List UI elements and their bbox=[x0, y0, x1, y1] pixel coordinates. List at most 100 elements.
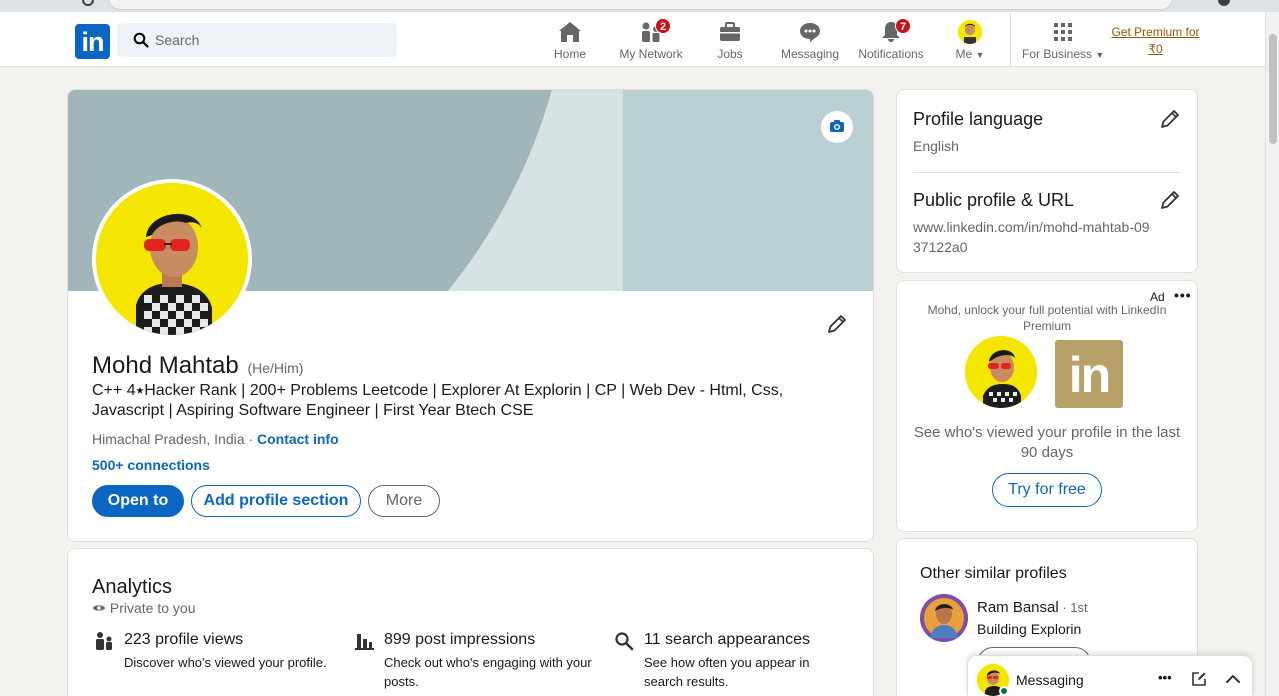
public-profile-title: Public profile & URL bbox=[913, 190, 1075, 210]
top-navigation: in Home 2 My Network Jobs bbox=[0, 12, 1279, 67]
analytics-profile-views[interactable]: 223 profile views Discover who's viewed … bbox=[92, 631, 332, 672]
analytics-private-label: Private to you bbox=[109, 600, 196, 616]
search-icon bbox=[133, 32, 149, 48]
pencil-icon bbox=[828, 315, 846, 333]
profile-card: Mohd Mahtab (He/Him) C++ 4⭑Hacker Rank |… bbox=[67, 89, 874, 542]
scrollbar-thumb[interactable] bbox=[1269, 34, 1277, 144]
ad-text: Mohd, unlock your full potential with Li… bbox=[927, 303, 1167, 333]
profile-settings-card: Profile language English Public profile … bbox=[896, 89, 1198, 273]
edit-public-profile-button[interactable] bbox=[1158, 188, 1182, 212]
try-for-free-button[interactable]: Try for free bbox=[992, 473, 1102, 507]
profile-photo[interactable] bbox=[92, 179, 252, 339]
profile-language-title: Profile language bbox=[913, 109, 1044, 129]
profile-language-value: English bbox=[913, 138, 959, 154]
nav-my-network-label: My Network bbox=[619, 47, 683, 61]
browser-profile-icon[interactable] bbox=[1218, 0, 1230, 6]
more-button[interactable]: More bbox=[368, 485, 440, 517]
nav-jobs[interactable]: Jobs bbox=[715, 20, 745, 62]
similar-profile-name[interactable]: Ram Bansal bbox=[977, 599, 1059, 616]
notifications-badge: 7 bbox=[895, 18, 911, 34]
nav-me[interactable]: Me ▼ bbox=[952, 20, 988, 62]
similar-profile-degree: · 1st bbox=[1058, 600, 1088, 615]
edit-intro-button[interactable] bbox=[825, 312, 849, 336]
nav-jobs-label: Jobs bbox=[717, 47, 743, 61]
nav-messaging-label: Messaging bbox=[780, 47, 840, 61]
edit-profile-language-button[interactable] bbox=[1158, 107, 1182, 131]
search-box[interactable] bbox=[117, 23, 397, 57]
pencil-icon bbox=[1161, 110, 1179, 128]
online-status-indicator bbox=[999, 686, 1009, 696]
analytics-post-impressions[interactable]: 899 post impressions Check out who's eng… bbox=[352, 631, 592, 691]
search-input[interactable] bbox=[155, 23, 390, 57]
analytics-item-head: 11 search appearances bbox=[644, 631, 811, 648]
analytics-item-head: 223 profile views bbox=[124, 631, 244, 648]
eye-icon bbox=[92, 605, 106, 611]
analytics-search-appearances[interactable]: 11 search appearances See how often you … bbox=[612, 631, 852, 691]
profile-pronouns: (He/Him) bbox=[247, 360, 304, 376]
nav-me-label: Me bbox=[955, 47, 973, 61]
premium-line1: Get Premium for bbox=[1111, 25, 1200, 39]
compose-icon[interactable] bbox=[1190, 670, 1208, 688]
browser-address-bar[interactable] bbox=[108, 0, 1173, 10]
divider bbox=[913, 172, 1181, 173]
page-scrollbar[interactable] bbox=[1265, 12, 1279, 696]
premium-line2: ₹0 bbox=[1148, 42, 1163, 56]
public-profile-url[interactable]: www.linkedin.com/in/mohd-mahtab-0937122a… bbox=[913, 217, 1153, 257]
add-profile-section-button[interactable]: Add profile section bbox=[191, 485, 361, 517]
get-premium-link[interactable]: Get Premium for ₹0 bbox=[1108, 24, 1203, 58]
chevron-down-icon: ▼ bbox=[1095, 50, 1105, 60]
nav-home-label: Home bbox=[553, 47, 586, 61]
network-icon: 2 bbox=[639, 18, 671, 44]
edit-cover-button[interactable] bbox=[821, 111, 853, 143]
messaging-overlay[interactable]: Messaging ••• bbox=[967, 655, 1253, 696]
profile-name: Mohd Mahtab bbox=[92, 352, 239, 379]
messaging-label: Messaging bbox=[1016, 672, 1084, 688]
contact-info-link[interactable]: Contact info bbox=[257, 431, 339, 447]
similar-profiles-title: Other similar profiles bbox=[920, 565, 1067, 582]
nav-divider bbox=[1010, 12, 1011, 67]
nav-notifications-label: Notifications bbox=[858, 47, 924, 61]
nav-my-network[interactable]: 2 My Network bbox=[617, 18, 685, 62]
chevron-down-icon: ▼ bbox=[975, 50, 985, 60]
linkedin-logo[interactable]: in bbox=[75, 24, 110, 59]
bar-chart-icon bbox=[355, 634, 374, 650]
nav-notifications[interactable]: 7 Notifications bbox=[856, 18, 926, 62]
connections-link[interactable]: 500+ connections bbox=[92, 457, 210, 473]
ad-more-icon[interactable]: ••• bbox=[1174, 287, 1192, 303]
open-to-button[interactable]: Open to bbox=[92, 485, 184, 517]
similar-profile-avatar[interactable] bbox=[920, 594, 968, 642]
analytics-card: Analytics Private to you 223 profile vie… bbox=[67, 548, 874, 696]
linkedin-premium-logo: in bbox=[1055, 340, 1123, 408]
chevron-up-icon[interactable] bbox=[1224, 670, 1242, 688]
profile-photo-image bbox=[96, 183, 248, 335]
grid-icon bbox=[1054, 23, 1072, 41]
people-icon bbox=[96, 632, 112, 650]
similar-profile-headline: Building Explorin bbox=[977, 621, 1082, 637]
network-badge: 2 bbox=[655, 18, 671, 34]
nav-for-business-label: For Business bbox=[1022, 47, 1093, 61]
analytics-item-head: 899 post impressions bbox=[384, 631, 536, 648]
profile-headline: C++ 4⭑Hacker Rank | 200+ Problems Leetco… bbox=[92, 382, 784, 419]
premium-ad-card: Ad ••• Mohd, unlock your full potential … bbox=[896, 280, 1198, 532]
me-avatar bbox=[958, 20, 982, 44]
reload-icon[interactable] bbox=[82, 0, 94, 6]
nav-home[interactable]: Home bbox=[553, 20, 587, 62]
briefcase-icon bbox=[720, 22, 740, 41]
home-icon bbox=[559, 22, 581, 42]
analytics-item-desc: See how often you appear in search resul… bbox=[644, 655, 810, 689]
bell-icon: 7 bbox=[879, 18, 911, 44]
nav-messaging[interactable]: Messaging bbox=[780, 20, 840, 62]
pencil-icon bbox=[1161, 191, 1179, 209]
analytics-title: Analytics bbox=[92, 576, 173, 598]
camera-icon bbox=[830, 120, 844, 132]
search-icon bbox=[615, 632, 634, 651]
messaging-icon bbox=[800, 23, 820, 42]
ad-avatar bbox=[965, 336, 1037, 408]
analytics-item-desc: Check out who's engaging with your posts… bbox=[384, 655, 592, 689]
location-separator: · bbox=[244, 431, 257, 447]
messaging-more-icon[interactable]: ••• bbox=[1158, 670, 1182, 688]
analytics-item-desc: Discover who's viewed your profile. bbox=[124, 655, 327, 670]
nav-for-business[interactable]: For Business ▼ bbox=[1022, 20, 1104, 62]
ad-cta-text: See who's viewed your profile in the las… bbox=[913, 424, 1181, 461]
browser-toolbar bbox=[0, 0, 1279, 12]
